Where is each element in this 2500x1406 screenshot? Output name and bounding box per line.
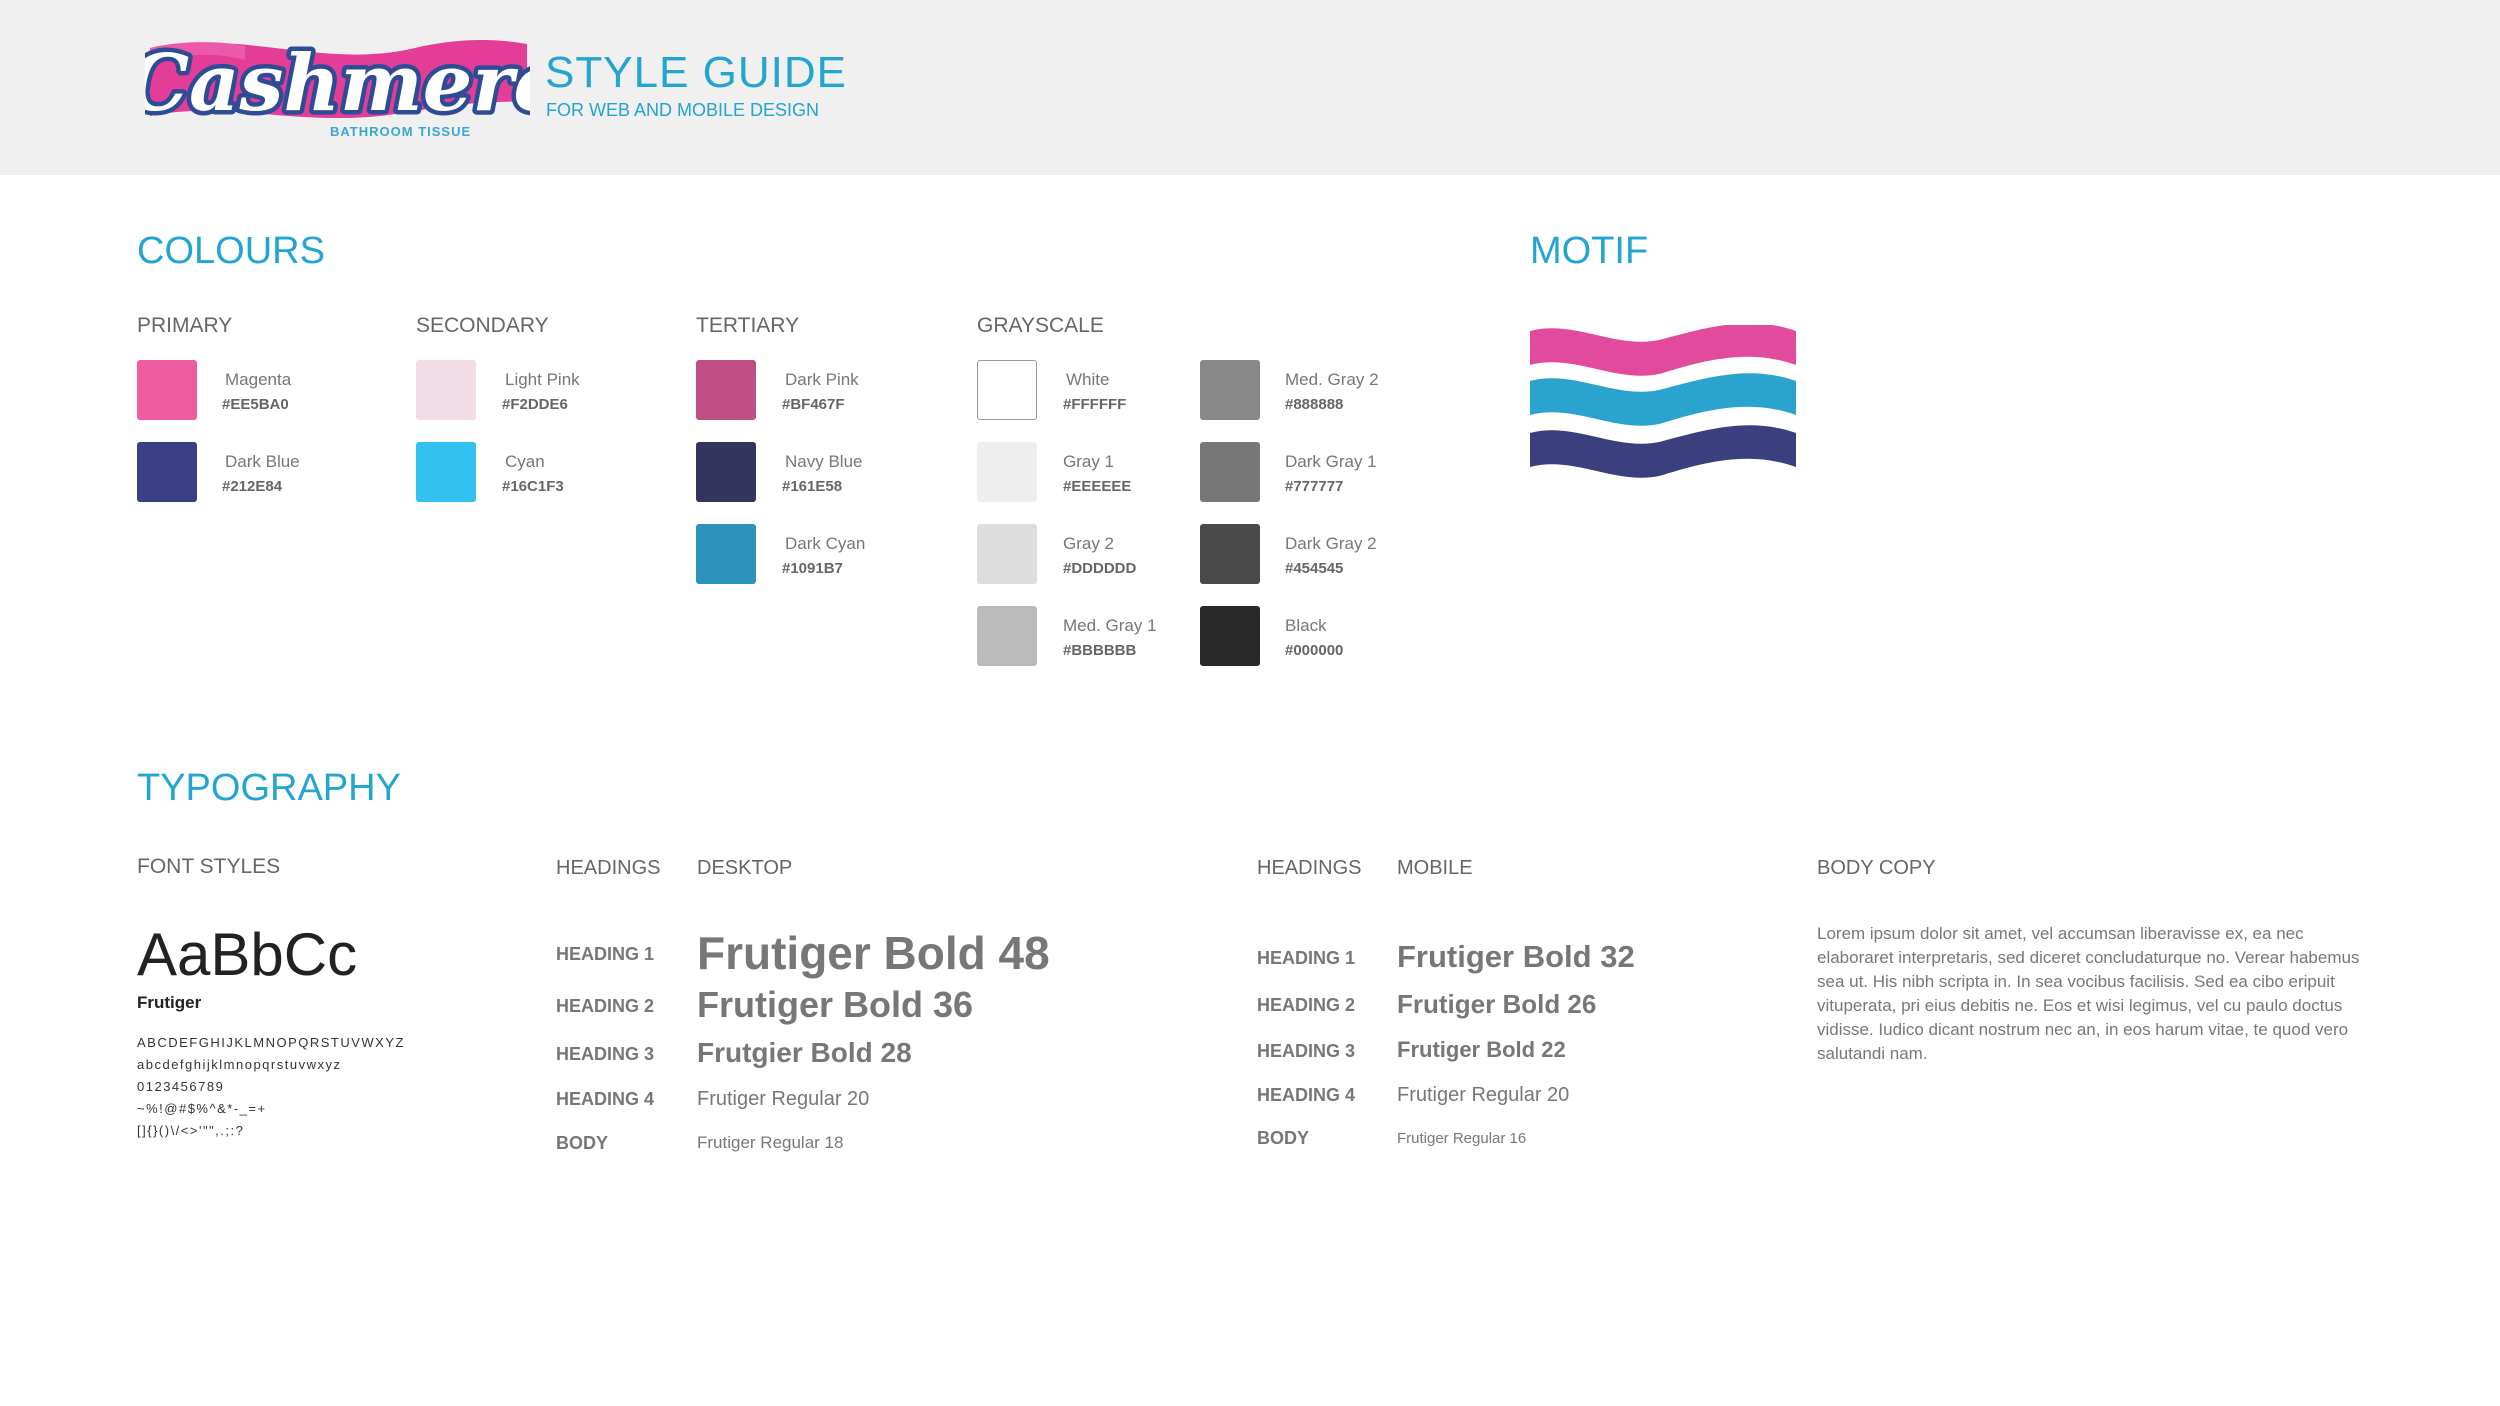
charset-symbols: ~%!@#$%^&*-_=+	[137, 1101, 267, 1116]
body-label: BODY	[1257, 1128, 1310, 1148]
swatch-black	[1200, 606, 1260, 666]
swatch-med-gray-2	[1200, 360, 1260, 420]
body-sample: Frutiger Regular 18	[697, 1133, 844, 1152]
body-copy-label: BODY COPY	[1817, 857, 1936, 879]
swatch-hex: #BF467F	[782, 396, 845, 413]
swatch-name: Navy Blue	[785, 452, 863, 471]
font-sample: AaBbCc	[137, 921, 358, 988]
swatch-hex: #000000	[1285, 642, 1344, 659]
heading-2-label: HEADING 2	[556, 996, 655, 1016]
swatch-name: Dark Blue	[225, 452, 300, 471]
swatch-hex: #DDDDDD	[1063, 560, 1137, 577]
font-styles-label: FONT STYLES	[137, 855, 281, 878]
mobile-label: MOBILE	[1397, 857, 1473, 879]
swatch-name: Gray 1	[1063, 452, 1115, 471]
swatch-name: Magenta	[225, 370, 292, 389]
body-label: BODY	[556, 1133, 609, 1153]
heading-2-sample: Frutiger Bold 26	[1397, 989, 1597, 1019]
heading-4-label: HEADING 4	[556, 1089, 655, 1109]
grayscale-label: GRAYSCALE	[977, 314, 1104, 337]
body-sample: Frutiger Regular 16	[1397, 1130, 1527, 1147]
charset-upper: ABCDEFGHIJKLMNOPQRSTUVWXYZ	[137, 1035, 405, 1050]
page-title: STYLE GUIDE	[545, 48, 847, 97]
swatch-hex: #777777	[1285, 478, 1344, 495]
motif-title: MOTIF	[1530, 230, 1649, 272]
page-subtitle: FOR WEB AND MOBILE DESIGN	[546, 100, 820, 120]
swatch-dark-pink	[696, 360, 756, 420]
swatch-navy-blue	[696, 442, 756, 502]
swatch-name: Dark Gray 1	[1285, 452, 1377, 471]
logo-tagline: BATHROOM TISSUE	[330, 124, 472, 139]
font-name: Frutiger	[137, 993, 202, 1012]
heading-3-label: HEADING 3	[1257, 1041, 1356, 1061]
swatch-dark-gray-2	[1200, 524, 1260, 584]
swatch-name: Cyan	[505, 452, 545, 471]
charset-digits: 0123456789	[137, 1079, 225, 1094]
charset-lower: abcdefghijklmnopqrstuvwxyz	[137, 1057, 342, 1072]
charset-brackets: []{}()\/<>'"",.;:?	[137, 1123, 245, 1138]
swatch-name: Gray 2	[1063, 534, 1115, 553]
swatch-hex: #212E84	[222, 478, 283, 495]
heading-4-sample: Frutiger Regular 20	[697, 1088, 870, 1110]
colours-title: COLOURS	[137, 230, 325, 272]
swatch-hex: #BBBBBB	[1063, 642, 1137, 659]
swatch-med-gray-1	[977, 606, 1037, 666]
mobile-headings-label: HEADINGS	[1257, 857, 1362, 879]
swatch-hex: #EEEEEE	[1063, 478, 1132, 495]
swatch-name: Dark Pink	[785, 370, 859, 389]
body-copy-text: Lorem ipsum dolor sit amet, vel accumsan…	[1817, 924, 2360, 1063]
swatch-hex: #1091B7	[782, 560, 843, 577]
swatch-hex: #454545	[1285, 560, 1344, 577]
primary-label: PRIMARY	[137, 314, 233, 337]
heading-3-sample: Frutiger Bold 22	[1397, 1037, 1566, 1062]
swatch-name: White	[1066, 370, 1110, 389]
heading-3-sample: Frutgier Bold 28	[697, 1037, 912, 1068]
typography-title: TYPOGRAPHY	[137, 767, 401, 809]
heading-3-label: HEADING 3	[556, 1044, 655, 1064]
svg-text:Cashmere: Cashmere	[145, 38, 530, 129]
heading-1-label: HEADING 1	[1257, 948, 1356, 968]
wave-motif	[1530, 325, 1796, 478]
swatch-hex: #FFFFFF	[1063, 396, 1127, 413]
swatch-hex: #161E58	[782, 478, 843, 495]
heading-2-label: HEADING 2	[1257, 995, 1356, 1015]
swatch-light-pink	[416, 360, 476, 420]
heading-4-label: HEADING 4	[1257, 1085, 1356, 1105]
swatch-hex: #F2DDE6	[502, 396, 568, 413]
swatch-dark-cyan	[696, 524, 756, 584]
swatch-name: Med. Gray 2	[1285, 370, 1379, 389]
heading-1-sample: Frutiger Bold 32	[1397, 939, 1635, 974]
swatch-name: Dark Cyan	[785, 534, 866, 553]
swatch-cyan	[416, 442, 476, 502]
tertiary-label: TERTIARY	[696, 314, 800, 337]
swatch-name: Light Pink	[505, 370, 580, 389]
swatch-dark-blue	[137, 442, 197, 502]
heading-2-sample: Frutiger Bold 36	[697, 984, 974, 1025]
desktop-label: DESKTOP	[697, 857, 793, 879]
heading-4-sample: Frutiger Regular 20	[1397, 1084, 1570, 1106]
swatch-magenta	[137, 360, 197, 420]
swatch-hex: #EE5BA0	[222, 396, 289, 413]
swatch-name: Dark Gray 2	[1285, 534, 1377, 553]
swatch-gray-2	[977, 524, 1037, 584]
heading-1-sample: Frutiger Bold 48	[697, 927, 1050, 979]
swatch-name: Black	[1285, 616, 1327, 635]
swatch-white	[977, 360, 1037, 420]
desktop-headings-label: HEADINGS	[556, 857, 661, 879]
swatch-hex: #16C1F3	[502, 478, 564, 495]
swatch-dark-gray-1	[1200, 442, 1260, 502]
swatch-gray-1	[977, 442, 1037, 502]
swatch-hex: #888888	[1285, 396, 1344, 413]
swatch-name: Med. Gray 1	[1063, 616, 1157, 635]
heading-1-label: HEADING 1	[556, 944, 655, 964]
secondary-label: SECONDARY	[416, 314, 549, 337]
